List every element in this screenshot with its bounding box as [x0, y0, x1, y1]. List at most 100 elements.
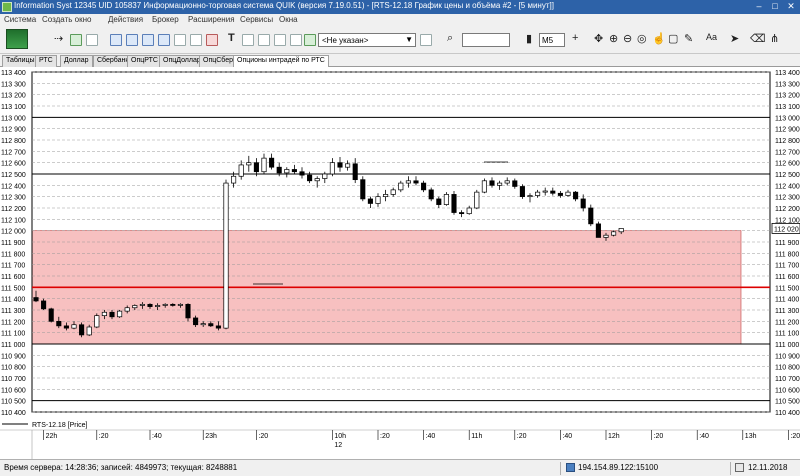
y-tick-label-left: 113 200: [1, 93, 26, 100]
maximize-button[interactable]: □: [768, 1, 782, 12]
target-icon[interactable]: ◎: [637, 32, 647, 45]
candle-body: [443, 194, 449, 205]
legend-label: RTS-12.18 [Price]: [32, 422, 88, 429]
candle-body: [375, 196, 381, 204]
y-tick-label-right: 111 400: [775, 297, 799, 304]
trade-icon[interactable]: [70, 34, 82, 46]
eraser-icon[interactable]: ⌫: [750, 32, 766, 45]
candle-body: [329, 162, 335, 175]
menu-new-window[interactable]: Создать окно: [42, 15, 91, 24]
time-tick-label: 12h: [608, 433, 620, 440]
tab-opt-rts[interactable]: ОпцРТС: [127, 55, 162, 67]
candle-body: [360, 179, 366, 200]
candle-body: [436, 198, 442, 205]
text-icon[interactable]: T: [228, 32, 235, 44]
pen-icon[interactable]: ✎: [684, 32, 693, 45]
bars-icon[interactable]: [290, 34, 302, 46]
candle-body: [155, 305, 161, 307]
y-tick-label-left: 112 300: [1, 195, 26, 202]
tab-dollar[interactable]: Доллар: [60, 55, 93, 67]
candle-body: [398, 182, 404, 191]
move-icon[interactable]: ✥: [594, 32, 603, 45]
search-icon[interactable]: ⌕: [447, 32, 453, 45]
y-tick-label-left: 110 900: [1, 353, 26, 360]
tab-opt-dollar[interactable]: ОпцДоллар: [159, 55, 205, 67]
toolbar: ⇢ T <Не указан> ▼ ⌕ ▮ M5 + ✥ ⊕ ⊖ ◎ ☝ ▢ ✎…: [0, 26, 800, 54]
grid-icon[interactable]: [174, 34, 186, 46]
tab-tables[interactable]: Таблицы: [2, 55, 39, 67]
account-info-icon[interactable]: [420, 34, 432, 46]
menu-system[interactable]: Система: [4, 15, 36, 24]
box-icon[interactable]: ▢: [668, 32, 678, 45]
candle-body: [185, 303, 191, 319]
y-tick-label-left: 111 200: [1, 319, 25, 326]
candle-body: [63, 325, 69, 329]
print-icon[interactable]: [190, 34, 202, 46]
table-icon[interactable]: [110, 34, 122, 46]
menu-extensions[interactable]: Расширения: [188, 15, 235, 24]
time-tick-label: 23h: [205, 433, 217, 440]
candle-body: [132, 305, 138, 309]
candle-body: [162, 303, 168, 306]
candle-body: [170, 303, 176, 306]
logo-icon: [6, 29, 28, 49]
arrow-icon[interactable]: ⇢: [54, 32, 63, 45]
settings-icon[interactable]: [274, 34, 286, 46]
layout-icon[interactable]: [206, 34, 218, 46]
tab-opt-sber[interactable]: ОпцСбер: [199, 55, 238, 67]
y-tick-label-left: 113 300: [1, 81, 26, 88]
candle-body: [94, 315, 100, 328]
y-tick-label-right: 112 300: [775, 195, 800, 202]
line-icon[interactable]: [258, 34, 270, 46]
y-tick-label-left: 111 400: [1, 297, 25, 304]
tab-rts[interactable]: РТС: [35, 55, 57, 67]
window2-icon[interactable]: [142, 34, 154, 46]
price-chart[interactable]: 113 400 113 300 113 200 113 100 113 000 112 9…: [0, 67, 800, 459]
crosshair-icon[interactable]: +: [572, 32, 578, 44]
interval-select[interactable]: M5: [539, 33, 565, 47]
y-tick-label-left: 113 000: [1, 115, 26, 122]
y-tick-label-right: 110 500: [775, 399, 800, 406]
candle-body: [223, 182, 229, 329]
candle-body: [421, 182, 427, 191]
menu-broker[interactable]: Брокер: [152, 15, 179, 24]
menu-windows[interactable]: Окна: [279, 15, 298, 24]
y-tick-label-right: 113 000: [775, 115, 800, 122]
font-icon[interactable]: Aa: [706, 32, 717, 42]
candle-body: [276, 166, 282, 174]
time-tick-label: 10h: [334, 433, 346, 440]
network-icon: [566, 463, 575, 472]
list-icon[interactable]: [158, 34, 170, 46]
menu-actions[interactable]: Действия: [108, 15, 143, 24]
calendar-icon: [735, 463, 744, 472]
window-icon[interactable]: [126, 34, 138, 46]
chart-icon[interactable]: [242, 34, 254, 46]
zoom-icon[interactable]: ⊕: [609, 32, 618, 45]
candle-body: [588, 207, 594, 225]
tab-strip: Таблицы РТС Доллар Сбербанк ОпцРТС ОпцДо…: [0, 54, 800, 68]
y-tick-label-right: 110 600: [775, 387, 800, 394]
zoom-out-icon[interactable]: ⊖: [623, 32, 632, 45]
edit-icon[interactable]: [86, 34, 98, 46]
menu-services[interactable]: Сервисы: [240, 15, 273, 24]
candle-body: [337, 162, 343, 168]
candle-body: [504, 180, 510, 184]
arrow-tool-icon[interactable]: ➤: [730, 32, 739, 45]
candle-body: [618, 228, 624, 233]
search-input[interactable]: [462, 33, 510, 47]
minimize-button[interactable]: –: [752, 1, 766, 12]
chart-bars-icon[interactable]: ▮: [526, 32, 532, 45]
account-combo[interactable]: <Не указан> ▼: [318, 33, 416, 47]
candle-body: [215, 325, 221, 329]
y-tick-label-right: 111 100: [775, 331, 799, 338]
contact-icon[interactable]: [304, 34, 316, 46]
magnet-icon[interactable]: ⋔: [770, 32, 779, 45]
y-tick-label-left: 112 000: [1, 229, 26, 236]
candle-body: [291, 169, 297, 173]
close-button[interactable]: ✕: [784, 1, 798, 12]
y-tick-label-right: 110 800: [775, 365, 800, 372]
chart-window[interactable]: 113 400 113 300 113 200 113 100 113 000 112 9…: [0, 67, 800, 459]
y-tick-label-left: 111 900: [1, 240, 25, 247]
hand-icon[interactable]: ☝: [652, 32, 666, 45]
y-tick-label-left: 111 300: [1, 308, 25, 315]
